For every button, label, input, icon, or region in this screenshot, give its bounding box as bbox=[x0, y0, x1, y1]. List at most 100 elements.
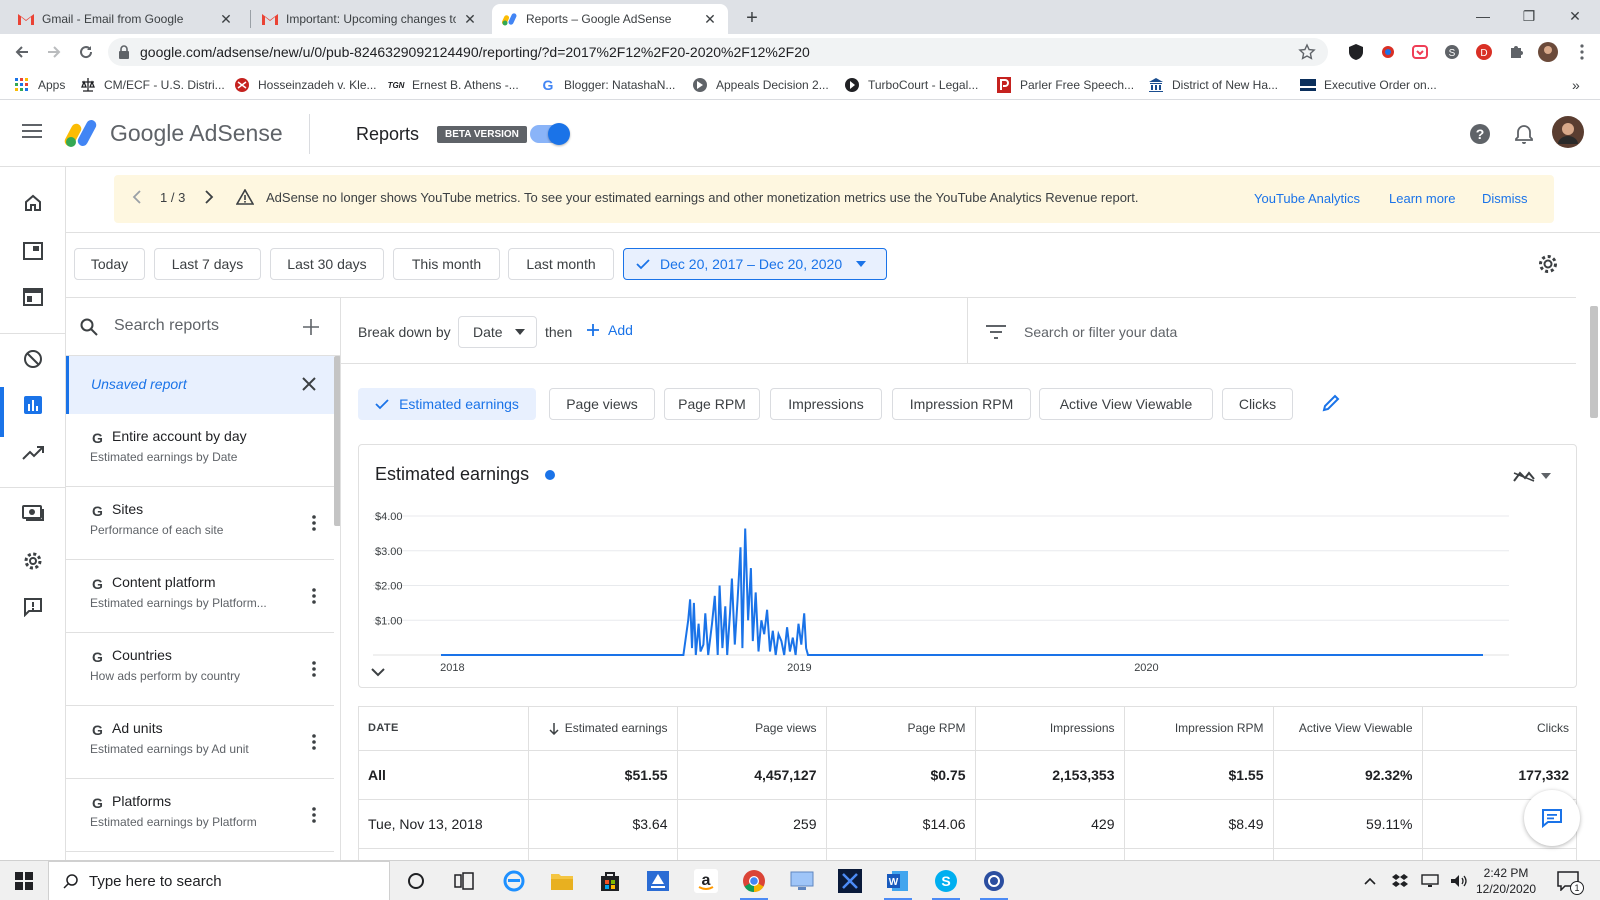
column-header-clicks[interactable]: Clicks bbox=[1422, 707, 1576, 751]
cortana-icon[interactable] bbox=[402, 867, 430, 895]
bookmark-athens[interactable]: TGN Ernest B. Athens -... bbox=[388, 76, 519, 94]
bookmark-district-nh[interactable]: District of New Ha... bbox=[1148, 76, 1278, 94]
banner-next-icon[interactable] bbox=[204, 189, 214, 205]
metric-chip-estimated-earnings[interactable]: Estimated earnings bbox=[358, 388, 536, 420]
report-item-ad-units[interactable]: G Ad units Estimated earnings by Ad unit bbox=[66, 706, 334, 779]
network-icon[interactable] bbox=[1420, 869, 1440, 893]
report-item-sites[interactable]: G Sites Performance of each site bbox=[66, 487, 334, 560]
dropbox-icon[interactable] bbox=[1390, 869, 1410, 893]
add-report-icon[interactable] bbox=[302, 318, 320, 336]
extension-network-icon[interactable] bbox=[1378, 42, 1398, 62]
internet-explorer-icon[interactable] bbox=[500, 867, 528, 895]
task-view-icon[interactable] bbox=[450, 867, 478, 895]
date-thismonth-button[interactable]: This month bbox=[393, 248, 500, 280]
bookmark-cmecf[interactable]: CM/ECF - U.S. Distri... bbox=[80, 76, 225, 94]
browser-tab-adsense[interactable]: Reports – Google AdSense ✕ bbox=[492, 4, 728, 34]
optimization-trend-icon[interactable] bbox=[19, 439, 47, 467]
date-today-button[interactable]: Today bbox=[74, 248, 145, 280]
word-icon[interactable]: W bbox=[884, 867, 912, 895]
settings-gear-icon[interactable] bbox=[19, 547, 47, 575]
chrome-icon[interactable] bbox=[740, 867, 768, 895]
home-icon[interactable] bbox=[19, 189, 47, 217]
bookmark-parler[interactable]: Parler Free Speech... bbox=[996, 76, 1134, 94]
column-header-active-view[interactable]: Active View Viewable bbox=[1273, 707, 1423, 751]
bookmark-appeals[interactable]: Appeals Decision 2... bbox=[692, 76, 829, 94]
more-vert-icon[interactable] bbox=[302, 511, 326, 535]
metric-chip-impressions[interactable]: Impressions bbox=[770, 388, 882, 420]
sites-icon[interactable] bbox=[19, 237, 47, 265]
forward-icon[interactable] bbox=[42, 40, 66, 64]
learn-more-link[interactable]: Learn more bbox=[1389, 191, 1455, 206]
close-window-icon[interactable]: ✕ bbox=[1552, 0, 1598, 32]
maximize-window-icon[interactable]: ❐ bbox=[1506, 0, 1552, 32]
more-vert-icon[interactable] bbox=[302, 730, 326, 754]
file-explorer-icon[interactable] bbox=[548, 867, 576, 895]
metric-chip-page-rpm[interactable]: Page RPM bbox=[664, 388, 760, 420]
more-vert-icon[interactable] bbox=[302, 657, 326, 681]
address-bar[interactable]: google.com/adsense/new/u/0/pub-824632909… bbox=[108, 38, 1328, 66]
date-last30-button[interactable]: Last 30 days bbox=[270, 248, 384, 280]
report-settings-gear-icon[interactable] bbox=[1537, 253, 1561, 277]
add-dimension-button[interactable]: Add bbox=[586, 322, 633, 338]
report-item-entire-account[interactable]: G Entire account by day Estimated earnin… bbox=[66, 414, 334, 487]
metric-chip-impression-rpm[interactable]: Impression RPM bbox=[892, 388, 1031, 420]
bookmark-turbocourt[interactable]: TurboCourt - Legal... bbox=[844, 76, 978, 94]
filter-data-box[interactable]: Search or filter your data bbox=[967, 298, 1576, 364]
column-header-estimated-earnings[interactable]: Estimated earnings bbox=[528, 707, 678, 751]
close-tab-icon[interactable]: ✕ bbox=[462, 11, 478, 27]
close-tab-icon[interactable]: ✕ bbox=[218, 11, 234, 27]
bookmark-blogger[interactable]: G Blogger: NatashaN... bbox=[540, 76, 676, 94]
extension-pocket-icon[interactable] bbox=[1410, 42, 1430, 62]
taskbar-clock[interactable]: 2:42 PM 12/20/2020 bbox=[1476, 865, 1536, 897]
more-bookmarks-button[interactable]: » bbox=[1572, 76, 1580, 94]
expand-chart-chevron-icon[interactable] bbox=[371, 667, 385, 677]
beta-toggle[interactable] bbox=[530, 123, 570, 145]
app-globe-icon[interactable] bbox=[980, 867, 1008, 895]
report-item-platforms[interactable]: G Platforms Estimated earnings by Platfo… bbox=[66, 779, 334, 852]
skype-icon[interactable]: S bbox=[932, 867, 960, 895]
windows-start-icon[interactable] bbox=[10, 867, 38, 895]
new-tab-button[interactable]: + bbox=[740, 6, 764, 30]
column-header-impression-rpm[interactable]: Impression RPM bbox=[1124, 707, 1274, 751]
more-vert-icon[interactable] bbox=[302, 803, 326, 827]
action-center-icon[interactable]: 1 bbox=[1554, 867, 1584, 895]
extension-d-icon[interactable]: D bbox=[1474, 42, 1494, 62]
close-tab-icon[interactable]: ✕ bbox=[702, 11, 718, 27]
date-lastmonth-button[interactable]: Last month bbox=[508, 248, 614, 280]
sidebar-scrollbar[interactable] bbox=[334, 356, 340, 526]
help-icon[interactable]: ? bbox=[1468, 122, 1492, 146]
metric-chip-page-views[interactable]: Page views bbox=[549, 388, 655, 420]
feedback-icon[interactable] bbox=[19, 593, 47, 621]
browser-tab-gmail[interactable]: Gmail - Email from Google ✕ bbox=[8, 4, 244, 34]
chart-type-menu[interactable] bbox=[1513, 469, 1551, 483]
hamburger-menu-icon[interactable] bbox=[22, 122, 46, 146]
unsaved-report-item[interactable]: Unsaved report bbox=[66, 356, 334, 414]
dismiss-link[interactable]: Dismiss bbox=[1482, 191, 1528, 206]
share-upload-icon[interactable] bbox=[644, 867, 672, 895]
date-range-picker[interactable]: Dec 20, 2017 – Dec 20, 2020 bbox=[623, 248, 887, 280]
remote-desktop-icon[interactable] bbox=[788, 867, 816, 895]
column-header-page-rpm[interactable]: Page RPM bbox=[826, 707, 976, 751]
table-row[interactable]: Tue, Nov 13, 2018 $3.64 259 $14.06 429 $… bbox=[359, 799, 1576, 849]
volume-icon[interactable] bbox=[1448, 869, 1470, 893]
blocking-controls-icon[interactable] bbox=[19, 345, 47, 373]
taskbar-search-box[interactable]: Type here to search bbox=[48, 861, 390, 900]
account-avatar[interactable] bbox=[1552, 116, 1584, 148]
extensions-puzzle-icon[interactable] bbox=[1506, 42, 1526, 62]
app-x-icon[interactable] bbox=[836, 867, 864, 895]
edit-metrics-pencil-icon[interactable] bbox=[1321, 393, 1345, 417]
show-hidden-icons-chevron[interactable] bbox=[1360, 869, 1380, 893]
metric-chip-active-view[interactable]: Active View Viewable bbox=[1039, 388, 1213, 420]
ads-icon[interactable] bbox=[19, 283, 47, 311]
browser-menu-icon[interactable] bbox=[1572, 42, 1592, 62]
column-header-impressions[interactable]: Impressions bbox=[975, 707, 1125, 751]
browser-tab-important[interactable]: Important: Upcoming changes to ✕ bbox=[252, 4, 488, 34]
column-header-page-views[interactable]: Page views bbox=[677, 707, 827, 751]
minimize-window-icon[interactable]: — bbox=[1460, 0, 1506, 32]
more-vert-icon[interactable] bbox=[302, 584, 326, 608]
breakdown-dimension-select[interactable]: Date bbox=[458, 316, 537, 348]
notifications-bell-icon[interactable] bbox=[1512, 122, 1536, 146]
bookmark-executive-order[interactable]: Executive Order on... bbox=[1300, 76, 1437, 94]
store-bag-icon[interactable] bbox=[596, 867, 624, 895]
bookmark-hosseinzadeh[interactable]: Hosseinzadeh v. Kle... bbox=[234, 76, 377, 94]
